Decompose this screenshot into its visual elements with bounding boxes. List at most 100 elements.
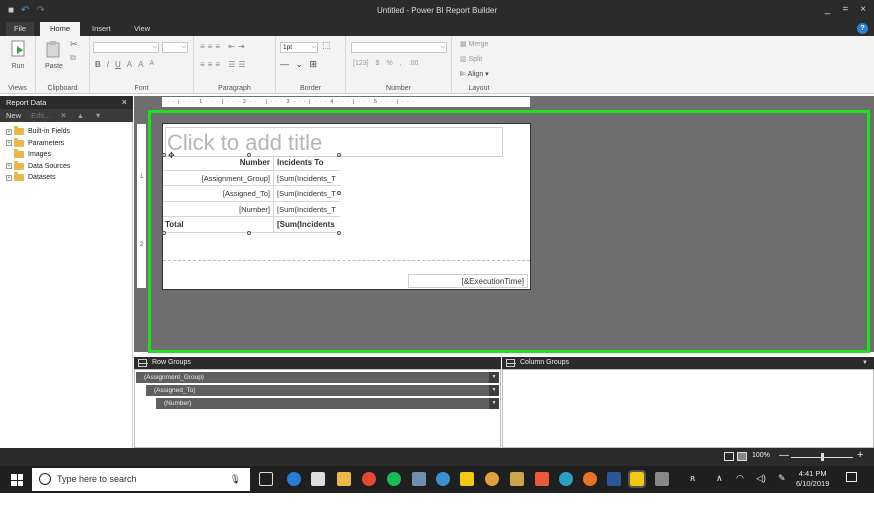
font-group: ⌵ ⌵ B I U A A A Font [90, 36, 194, 94]
task-view-icon[interactable] [259, 472, 273, 486]
volume-icon[interactable]: ◁) [756, 473, 766, 484]
selection-highlight [148, 110, 870, 353]
spotify-icon[interactable] [387, 472, 401, 486]
expand-icon[interactable]: + [6, 128, 12, 135]
border-style-icon[interactable]: — ⌄ ⊞ [280, 59, 319, 70]
delete-icon[interactable]: ✕ [60, 111, 66, 120]
notifications-icon[interactable] [846, 472, 857, 482]
clock-time: 4:41 PM [798, 469, 827, 478]
font-size-combo[interactable]: ⌵ [162, 42, 188, 53]
split-button[interactable]: ▥ Split [460, 55, 482, 63]
tree-item-images[interactable]: Images [6, 149, 70, 161]
firefox-icon[interactable] [583, 472, 597, 486]
minimize-button[interactable]: _ [825, 4, 831, 15]
folder-icon [14, 137, 24, 147]
row-groups-header: Row Groups [134, 357, 501, 369]
close-panel-icon[interactable]: × [122, 96, 127, 109]
group-item-assignment-group[interactable]: (Assignment_Group) ▼ [136, 372, 499, 383]
number-group-label: Number [386, 85, 411, 92]
report-builder-icon[interactable] [628, 470, 646, 488]
zoom-in-button[interactable]: + [857, 449, 863, 461]
zoom-slider-thumb[interactable] [821, 453, 824, 461]
cut-icon[interactable]: ✂ [70, 39, 78, 50]
app-icon[interactable] [436, 472, 450, 486]
expand-icon[interactable]: + [6, 174, 12, 181]
zoom-out-button[interactable]: — [779, 450, 789, 461]
wifi-icon[interactable]: ◠ [736, 473, 744, 484]
column-groups-pane [502, 369, 874, 448]
paragraph-buttons-icon[interactable]: ≡≡≡ ☰☰ [200, 60, 249, 69]
expand-icon[interactable]: + [6, 140, 12, 147]
windows-start-icon[interactable] [11, 474, 23, 486]
align-buttons-icon[interactable]: ≡≡≡ ⇤⇥ [200, 42, 248, 51]
paste-icon[interactable] [46, 40, 62, 58]
group-dropdown-icon[interactable]: ▼ [489, 385, 499, 396]
copy-icon[interactable]: ⧉ [70, 53, 76, 63]
app-icon[interactable] [510, 472, 524, 486]
microphone-icon[interactable]: 🎙 [230, 474, 241, 485]
taskbar-search-input[interactable]: Type here to search [57, 474, 137, 484]
tab-home[interactable]: Home [40, 22, 81, 36]
group-item-number[interactable]: (Number) ▼ [156, 398, 499, 409]
tab-view[interactable]: View [126, 22, 158, 36]
new-button[interactable]: New [6, 111, 21, 120]
group-item-assigned-to[interactable]: (Assigned_To) ▼ [146, 385, 499, 396]
underline-button[interactable]: U [115, 60, 121, 69]
align-button[interactable]: ⊫ Align ▾ [460, 70, 489, 78]
bold-button[interactable]: B [95, 60, 101, 69]
app-icon[interactable] [535, 472, 549, 486]
taskbar-search-box[interactable]: Type here to search 🎙 [32, 468, 250, 491]
font-family-combo[interactable]: ⌵ [93, 42, 159, 53]
currency-button[interactable]: $ [376, 60, 380, 67]
app-icon[interactable] [559, 472, 573, 486]
grow-font-icon[interactable]: A [138, 60, 143, 69]
design-view-icon[interactable] [737, 452, 747, 461]
expand-icon[interactable]: + [6, 163, 12, 170]
word-icon[interactable] [607, 472, 621, 486]
ribbon-tabs: File Home Insert View ? [0, 22, 874, 36]
move-down-icon[interactable]: ▼ [94, 111, 101, 120]
group-dropdown-icon[interactable]: ▼ [489, 398, 499, 409]
store-icon[interactable] [311, 472, 325, 486]
placeholder-icon[interactable]: [123] [353, 60, 369, 67]
move-up-icon[interactable]: ▲ [77, 111, 84, 120]
tray-chevron-icon[interactable]: ∧ [716, 473, 723, 484]
decimal-icon[interactable]: .00 [409, 60, 419, 67]
edge-icon[interactable] [287, 472, 301, 486]
app-icon[interactable] [485, 472, 499, 486]
group-dropdown-icon[interactable]: ▼ [489, 372, 499, 383]
merge-button[interactable]: ▦ Merge [460, 40, 488, 48]
tree-item-data-sources[interactable]: + Data Sources [6, 160, 70, 173]
comma-icon[interactable]: , [400, 60, 402, 67]
groups-dropdown-icon[interactable]: ▼ [862, 357, 868, 369]
number-format-combo[interactable]: ⌵ [351, 42, 447, 53]
file-explorer-icon[interactable] [337, 472, 351, 486]
paste-button[interactable]: Paste [40, 63, 68, 70]
border-color-icon[interactable]: ⬚ [322, 40, 331, 51]
people-icon[interactable]: ጸ [690, 473, 695, 484]
border-width-combo[interactable]: 1pt ⌵ [280, 42, 318, 53]
chrome-icon[interactable] [362, 472, 376, 486]
tree-item-parameters[interactable]: + Parameters [6, 137, 70, 150]
tab-insert[interactable]: Insert [84, 22, 119, 36]
tree-item-datasets[interactable]: + Datasets [6, 172, 70, 184]
app-icon[interactable] [412, 472, 426, 486]
help-icon[interactable]: ? [857, 23, 868, 34]
taskbar-clock[interactable]: 4:41 PM 6/10/2019 [796, 469, 829, 489]
percent-button[interactable]: % [386, 60, 392, 67]
restore-button[interactable]: = [842, 4, 848, 15]
page-view-icon[interactable] [724, 452, 734, 461]
tree-item-built-in-fields[interactable]: + Built-in Fields [6, 126, 70, 138]
run-button[interactable]: Run [0, 63, 36, 70]
shrink-font-icon[interactable]: A [149, 60, 154, 69]
tab-file[interactable]: File [6, 22, 35, 36]
app-icon[interactable] [655, 472, 669, 486]
close-button[interactable]: × [860, 4, 866, 15]
pen-icon[interactable]: ✎ [778, 473, 786, 484]
italic-button[interactable]: I [107, 60, 109, 69]
clipboard-group: ✂ ⧉ Paste Clipboard [36, 36, 90, 94]
edit-button[interactable]: Edit... [31, 111, 50, 120]
power-bi-icon[interactable] [460, 472, 474, 486]
run-icon[interactable] [11, 40, 27, 58]
font-color-icon[interactable]: A [127, 60, 132, 69]
